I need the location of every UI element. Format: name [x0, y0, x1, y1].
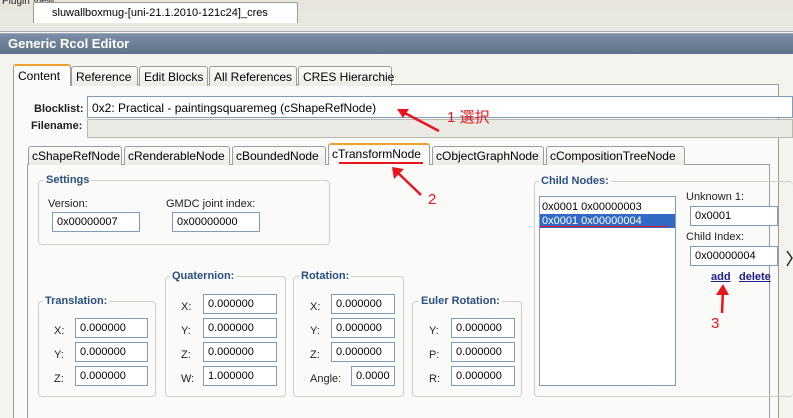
gmdc-joint-index-field[interactable]: 0x00000000 [172, 212, 260, 232]
euler-p-label: P: [429, 349, 440, 361]
annotation-step-2: 2 [428, 191, 437, 208]
tab-ccompositiontreenode[interactable]: cCompositionTreeNode [546, 146, 685, 165]
rotation-y-field[interactable]: 0.000000 [331, 318, 395, 338]
add-link[interactable]: add [711, 271, 731, 283]
annotation-arrow-3 [716, 284, 729, 314]
unknown-1-label: Unknown 1: [686, 191, 745, 203]
version-label: Version: [48, 198, 88, 210]
tab-cres-hierarchie[interactable]: CRES Hierarchie [298, 66, 394, 86]
rotation-angle-label: Angle: [310, 373, 342, 385]
mouse-cursor-icon [786, 250, 793, 267]
euler-y-field[interactable]: 0.000000 [451, 318, 515, 338]
rotation-group-title: Rotation: [299, 270, 352, 282]
child-node-item[interactable]: 0x0001 0x00000003 [540, 200, 675, 214]
gmdc-joint-index-label: GMDC joint index: [166, 198, 256, 210]
annotation-underline-list [540, 226, 668, 227]
child-index-field[interactable]: 0x00000004 [690, 246, 778, 266]
tab-crenderablenode[interactable]: cRenderableNode [124, 146, 230, 165]
quaternion-y-label: Y: [181, 325, 191, 337]
translation-x-label: X: [54, 325, 65, 337]
translation-y-label: Y: [54, 349, 64, 361]
quaternion-w-field[interactable]: 1.000000 [203, 366, 277, 386]
euler-p-field[interactable]: 0.000000 [451, 342, 515, 362]
euler-r-label: R: [429, 373, 440, 385]
tab-all-references[interactable]: All References [209, 66, 297, 86]
tab-content[interactable]: Content [13, 64, 71, 86]
translation-z-field[interactable]: 0.000000 [75, 366, 148, 386]
editor-title: Generic Rcol Editor [8, 36, 130, 51]
tab-cboundednode[interactable]: cBoundedNode [232, 146, 326, 165]
unknown-1-field[interactable]: 0x0001 [690, 206, 778, 226]
annotation-step-1: 1 選択 [447, 109, 490, 126]
quaternion-w-label: W: [181, 373, 195, 385]
quaternion-x-field[interactable]: 0.000000 [203, 294, 277, 314]
tab-reference[interactable]: Reference [71, 66, 138, 86]
rotation-y-label: Y: [310, 325, 320, 337]
document-tab-label: sluwallboxmug-[uni-21.1.2010-121c24]_cre… [52, 7, 268, 19]
tab-cobjectgraphnode[interactable]: cObjectGraphNode [432, 146, 544, 165]
annotation-underline-tab [339, 162, 423, 164]
annotation-arrow-1 [397, 108, 440, 133]
annotation-step-3: 3 [711, 315, 720, 332]
rotation-angle-field[interactable]: 0.0000 [351, 366, 395, 386]
rotation-x-label: X: [310, 301, 321, 313]
blocklist-label: Blocklist: [34, 103, 84, 115]
annotation-arrow-2 [392, 167, 422, 196]
quaternion-z-field[interactable]: 0.000000 [203, 342, 277, 362]
rotation-x-field[interactable]: 0.000000 [331, 294, 395, 314]
translation-x-field[interactable]: 0.000000 [75, 318, 148, 338]
version-field[interactable]: 0x00000007 [52, 212, 140, 232]
tab-edit-blocks[interactable]: Edit Blocks [139, 66, 208, 86]
quaternion-group-title: Quaternion: [170, 270, 237, 282]
translation-z-label: Z: [54, 373, 64, 385]
rotation-z-field[interactable]: 0.000000 [331, 342, 395, 362]
euler-rotation-group-title: Euler Rotation: [419, 295, 502, 307]
filename-label: Filename: [31, 120, 83, 132]
translation-y-field[interactable]: 0.000000 [75, 342, 148, 362]
translation-group-title: Translation: [43, 295, 110, 307]
quaternion-x-label: X: [181, 301, 192, 313]
euler-y-label: Y: [429, 325, 439, 337]
child-nodes-group-title: Child Nodes: [539, 175, 611, 187]
rotation-z-label: Z: [310, 349, 320, 361]
delete-link[interactable]: delete [739, 271, 771, 283]
quaternion-z-label: Z: [181, 349, 191, 361]
tab-cshaperefnode[interactable]: cShapeRefNode [28, 146, 122, 165]
settings-group-title: Settings [44, 174, 92, 186]
child-index-label: Child Index: [686, 231, 745, 243]
euler-r-field[interactable]: 0.000000 [451, 366, 515, 386]
child-nodes-list[interactable]: 0x0001 0x00000003 0x0001 0x00000004 [539, 196, 676, 386]
quaternion-y-field[interactable]: 0.000000 [203, 318, 277, 338]
